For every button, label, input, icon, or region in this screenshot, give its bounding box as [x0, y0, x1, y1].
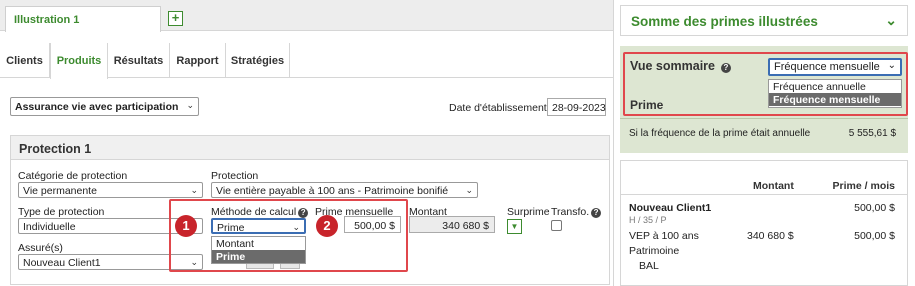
issue-date-label: Date d'établissement — [449, 102, 547, 114]
protection-select[interactable]: Vie entière payable à 100 ans - Patrimoi… — [211, 182, 478, 198]
illustration-panel: Illustration 1 + Clients Produits Résult… — [0, 0, 613, 286]
category-select-value: Vie permanente — [23, 185, 97, 197]
panel-divider — [613, 0, 614, 286]
issue-date-input[interactable]: 28-09-2023 — [547, 98, 606, 116]
summary-panel: Somme des primes illustrées ⌄ Vue sommai… — [620, 0, 915, 286]
protection-select-value: Vie entière payable à 100 ans - Patrimoi… — [216, 185, 449, 197]
col-header-montant: Montant — [753, 180, 794, 192]
annual-frequency-value: 5 555,61 $ — [848, 128, 896, 139]
product-select[interactable]: Assurance vie avec participation ⌄ — [10, 97, 199, 116]
summary-header[interactable]: Somme des primes illustrées ⌄ — [620, 5, 908, 36]
client-name: Nouveau Client1 — [629, 202, 712, 214]
annual-frequency-text: Si la fréquence de la prime était annuel… — [629, 128, 811, 139]
protection-title: Protection 1 — [11, 136, 609, 160]
insured-select-value: Nouveau Client1 — [23, 257, 101, 269]
main-nav-tabs: Clients Produits Résultats Rapport Strat… — [0, 43, 613, 79]
coverage-montant: 340 680 $ — [747, 230, 794, 242]
coverage-name-line1: VEP à 100 ans — [629, 230, 699, 242]
tab-strategies[interactable]: Stratégies — [226, 43, 290, 78]
transfo-label: Transfo.? — [551, 206, 602, 218]
highlight-frame — [169, 199, 408, 272]
protection-label: Protection — [211, 170, 259, 182]
tab-rapport[interactable]: Rapport — [170, 43, 226, 78]
chevron-down-icon: ⌄ — [465, 185, 473, 195]
summary-title: Somme des primes illustrées — [631, 14, 818, 29]
tab-produits[interactable]: Produits — [50, 43, 108, 79]
summary-table: Montant Prime / mois Nouveau Client1 H /… — [620, 160, 908, 286]
help-icon[interactable]: ? — [591, 208, 602, 218]
client-meta: H / 35 / P — [629, 215, 667, 225]
divider — [620, 118, 908, 119]
client-prime: 500,00 $ — [854, 202, 895, 214]
protection-type-label: Type de protection — [18, 206, 105, 218]
transfo-checkbox[interactable] — [551, 220, 562, 231]
product-select-value: Assurance vie avec participation — [15, 101, 179, 113]
insured-label: Assuré(s) — [18, 242, 63, 254]
coverage-name-line3: BAL — [639, 260, 659, 272]
divider — [621, 194, 907, 195]
category-label: Catégorie de protection — [18, 170, 128, 182]
chevron-down-icon: ⌄ — [190, 185, 198, 195]
chevron-down-icon[interactable]: ⌄ — [885, 12, 897, 29]
tab-illustration-1[interactable]: Illustration 1 — [5, 6, 161, 32]
amount-input: 340 680 $ — [409, 216, 495, 233]
illustration-tab-bar: Illustration 1 + — [0, 0, 613, 32]
tab-resultats[interactable]: Résultats — [108, 43, 170, 78]
chevron-down-icon: ⌄ — [186, 100, 194, 110]
coverage-name-line2: Patrimoine — [629, 245, 680, 257]
highlight-frame — [623, 52, 908, 116]
tab-clients[interactable]: Clients — [0, 43, 50, 78]
protection-type-value: Individuelle — [23, 221, 76, 233]
category-select[interactable]: Vie permanente ⌄ — [18, 182, 203, 198]
step-badge-1: 1 — [175, 215, 197, 237]
chevron-down-icon: ▼ — [510, 222, 519, 231]
transfo-label-text: Transfo. — [551, 206, 590, 218]
coverage-prime: 500,00 $ — [854, 230, 895, 242]
surprime-dropdown-button[interactable]: ▼ — [507, 219, 522, 234]
surprime-label: Surprime — [507, 206, 550, 218]
step-badge-2: 2 — [316, 215, 338, 237]
col-header-prime: Prime / mois — [832, 180, 895, 192]
add-illustration-button[interactable]: + — [168, 11, 183, 26]
